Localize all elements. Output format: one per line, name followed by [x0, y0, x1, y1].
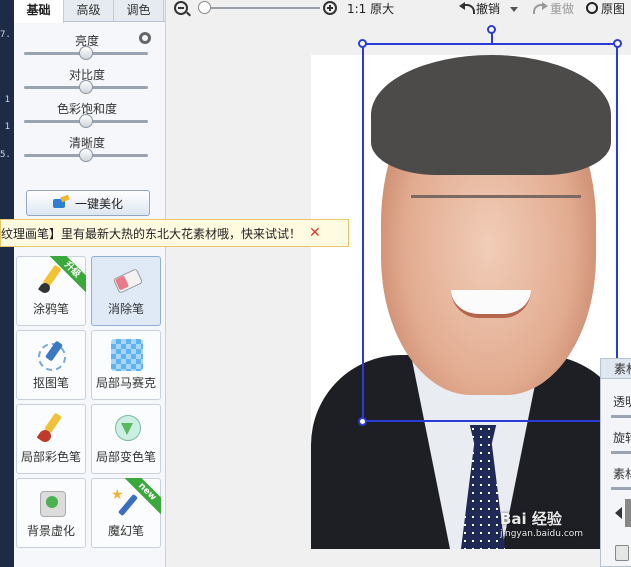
beautify-label: 一键美化	[74, 196, 123, 211]
material-slider[interactable]	[611, 487, 631, 490]
tool-label: 魔幻笔	[107, 524, 144, 538]
panel-tabs: 基础 高级 调色	[14, 0, 165, 23]
tool-label: 抠图笔	[32, 376, 69, 390]
new-badge: new	[125, 478, 161, 514]
strip-mark: 1	[4, 95, 10, 105]
undo-icon[interactable]	[459, 2, 475, 14]
zoom-in-icon[interactable]	[323, 1, 337, 15]
original-image-button[interactable]: 原图	[601, 1, 625, 17]
color-pen-icon	[36, 413, 68, 445]
panel-scrollbar[interactable]	[625, 499, 631, 527]
one-click-beautify-button[interactable]: 一键美化	[26, 190, 150, 216]
tool-label: 局部彩色笔	[20, 450, 81, 464]
rotate-slider[interactable]	[611, 451, 631, 454]
tab-basic[interactable]: 基础	[14, 0, 64, 23]
tool-label: 背景虚化	[26, 524, 75, 538]
delete-icon[interactable]	[615, 545, 629, 561]
tool-doodle-pen[interactable]: 升级 涂鸦笔	[16, 256, 86, 326]
top-toolbar: 1:1 原大 撤销 重做 原图	[166, 0, 631, 20]
tool-label: 局部马赛克	[95, 376, 156, 390]
badge-text: new	[125, 478, 161, 514]
material-panel-title: 素材	[601, 359, 631, 379]
photo-glasses	[411, 195, 581, 235]
watermark-text: Bai 经验	[500, 510, 562, 528]
close-icon[interactable]: ✕	[309, 225, 321, 241]
color-change-icon	[111, 413, 143, 445]
sharpness-slider[interactable]: 清晰度	[14, 134, 165, 168]
material-float-panel: 素材 透明 旋转 素材	[600, 358, 631, 567]
material-label: 素材	[613, 467, 631, 481]
original-image-icon[interactable]	[586, 2, 598, 14]
strip-mark: 7.	[0, 30, 11, 40]
redo-button[interactable]: 重做	[550, 1, 574, 17]
rotate-handle[interactable]	[487, 25, 496, 34]
tool-magic-pen[interactable]: new 魔幻笔	[91, 478, 161, 548]
slider-thumb[interactable]	[79, 46, 93, 60]
tab-advanced[interactable]: 高级	[64, 0, 114, 21]
rotate-label: 旋转	[613, 431, 631, 445]
brightness-slider[interactable]: 亮度	[14, 32, 165, 66]
image-canvas[interactable]	[166, 20, 631, 567]
redo-icon	[533, 2, 548, 14]
undo-button[interactable]: 撤销	[476, 1, 500, 17]
blur-icon	[36, 487, 68, 519]
notification-text[interactable]: 纹理画笔】里有最新大热的东北大花素材哦，快来试试！	[1, 225, 301, 242]
strip-mark: 1	[4, 122, 10, 132]
resize-handle-top-right[interactable]	[613, 39, 622, 48]
zoom-slider[interactable]	[198, 7, 320, 9]
adjust-sliders: 亮度 对比度 色彩饱和度 清晰度	[14, 22, 165, 168]
upgrade-badge: 升级	[50, 256, 86, 292]
tool-cutout-pen[interactable]: 抠图笔	[16, 330, 86, 400]
resize-handle-top-left[interactable]	[358, 39, 367, 48]
notification-bar: 纹理画笔】里有最新大热的东北大花素材哦，快来试试！ ✕	[0, 219, 349, 247]
zoom-out-icon[interactable]	[174, 1, 188, 15]
watermark: Bai 经验 jingyan.baidu.com	[500, 508, 583, 539]
adjust-panel: 基础 高级 调色 亮度 对比度 色彩饱和度 清晰度 一键美化 升级 涂鸦笔 消除…	[14, 0, 166, 567]
saturation-slider[interactable]: 色彩饱和度	[14, 100, 165, 134]
opacity-slider[interactable]	[611, 415, 631, 418]
slider-thumb[interactable]	[79, 114, 93, 128]
strip-mark: 5.	[0, 150, 11, 160]
slider-thumb[interactable]	[79, 80, 93, 94]
undo-dropdown-chevron-icon[interactable]	[510, 7, 518, 12]
eraser-icon	[111, 265, 143, 297]
cutout-pen-icon	[36, 339, 68, 371]
tool-local-color-pen[interactable]: 局部彩色笔	[16, 404, 86, 474]
zoom-slider-thumb[interactable]	[198, 1, 212, 14]
opacity-label: 透明	[613, 395, 631, 409]
tool-background-blur[interactable]: 背景虚化	[16, 478, 86, 548]
tool-eraser-pen[interactable]: 消除笔	[91, 256, 161, 326]
tool-label: 局部变色笔	[95, 450, 156, 464]
watermark-sub: jingyan.baidu.com	[500, 529, 584, 539]
tool-grid: 升级 涂鸦笔 消除笔 抠图笔 局部马赛克 局部彩色笔 局部变色笔 背景虚化 ★ …	[16, 256, 164, 548]
background-window-strip: 7. 1 1 5.	[0, 0, 14, 567]
contrast-slider[interactable]: 对比度	[14, 66, 165, 100]
tab-color[interactable]: 调色	[114, 0, 164, 21]
tool-local-color-change[interactable]: 局部变色笔	[91, 404, 161, 474]
portrait-photo[interactable]	[311, 55, 631, 549]
tool-label: 消除笔	[107, 302, 144, 316]
original-size-button[interactable]: 1:1 原大	[347, 1, 394, 17]
rotate-stem	[491, 31, 493, 43]
photo-hair	[371, 55, 611, 175]
slider-thumb[interactable]	[79, 148, 93, 162]
chevron-left-icon[interactable]	[615, 507, 622, 519]
badge-text: 升级	[50, 256, 86, 292]
tool-label: 涂鸦笔	[32, 302, 69, 316]
mosaic-icon	[111, 339, 143, 371]
magic-wand-icon	[52, 196, 69, 210]
tool-local-mosaic[interactable]: 局部马赛克	[91, 330, 161, 400]
